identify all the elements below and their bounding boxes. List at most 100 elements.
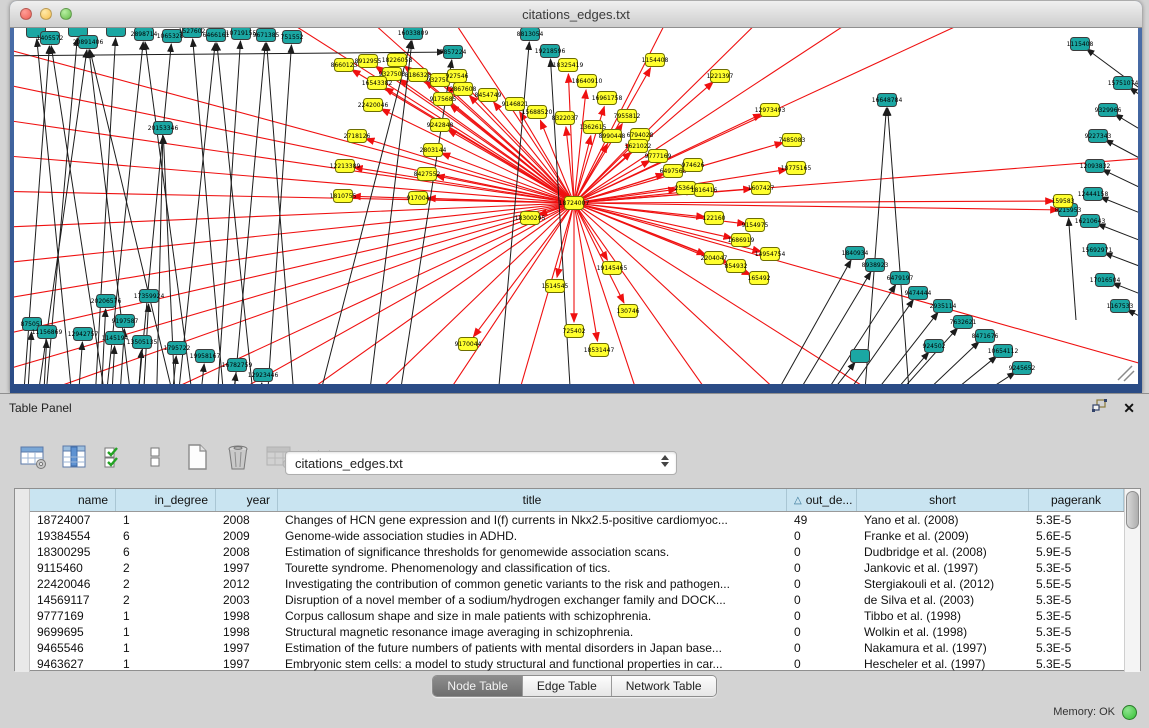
- graph-node-paper[interactable]: 7632621: [950, 316, 977, 329]
- cell-short[interactable]: Stergiakouli et al. (2012): [857, 577, 1029, 591]
- cell-short[interactable]: Yano et al. (2008): [857, 513, 1029, 527]
- graph-node-cited-paper[interactable]: 1221397: [707, 70, 734, 83]
- table-row[interactable]: 911546021997Tourette syndrome. Phenomeno…: [30, 560, 1124, 576]
- graph-node-paper[interactable]: 2935114: [930, 300, 957, 313]
- tab-network-table[interactable]: Network Table: [612, 676, 716, 696]
- graph-node-cited-paper[interactable]: 165492: [748, 272, 771, 285]
- cell-year[interactable]: 1998: [216, 625, 278, 639]
- cell-pagerank[interactable]: 5.3E-5: [1029, 657, 1124, 671]
- cell-in_degree[interactable]: 1: [116, 657, 216, 671]
- cell-out_de[interactable]: 0: [787, 657, 857, 671]
- graph-node-paper[interactable]: 1167533: [1107, 300, 1134, 313]
- cell-short[interactable]: de Silva et al. (2003): [857, 593, 1029, 607]
- select-all-columns-button[interactable]: [100, 442, 130, 472]
- graph-node-cited-paper[interactable]: 927546: [446, 70, 469, 83]
- cell-name[interactable]: 22420046: [30, 577, 116, 591]
- cell-title[interactable]: Changes of HCN gene expression and I(f) …: [278, 513, 787, 527]
- cell-pagerank[interactable]: 5.5E-5: [1029, 577, 1124, 591]
- table-row[interactable]: 1830029562008Estimation of significance …: [30, 544, 1124, 560]
- create-column-button[interactable]: [182, 442, 212, 472]
- cell-short[interactable]: Wolkin et al. (1998): [857, 625, 1029, 639]
- cell-in_degree[interactable]: 6: [116, 545, 216, 559]
- graph-node-cited-paper[interactable]: 9777169: [645, 150, 672, 163]
- graph-node-paper[interactable]: 8471676: [972, 330, 999, 343]
- graph-node-cited-paper[interactable]: 14954754: [755, 248, 786, 261]
- unselect-all-columns-button[interactable]: [141, 442, 171, 472]
- cell-name[interactable]: 18300295: [30, 545, 116, 559]
- cell-short[interactable]: Jankovic et al. (1997): [857, 561, 1029, 575]
- cell-year[interactable]: 1997: [216, 561, 278, 575]
- graph-node-paper[interactable]: 9329966: [1095, 104, 1122, 117]
- graph-node-cited-paper[interactable]: 2718126: [344, 130, 371, 143]
- graph-node-paper[interactable]: 19958167: [190, 350, 221, 363]
- graph-node-cited-paper[interactable]: 8322037: [552, 112, 579, 125]
- cell-short[interactable]: Dudbridge et al. (2008): [857, 545, 1029, 559]
- cell-name[interactable]: 9699695: [30, 625, 116, 639]
- cell-out_de[interactable]: 0: [787, 609, 857, 623]
- show-columns-button[interactable]: [59, 442, 89, 472]
- graph-node-paper[interactable]: [107, 28, 126, 37]
- graph-node-cited-paper[interactable]: 725402: [563, 325, 586, 338]
- graph-node-cited-paper[interactable]: 1154408: [642, 54, 669, 67]
- cell-year[interactable]: 1998: [216, 609, 278, 623]
- graph-node-cited-paper[interactable]: 917004: [407, 192, 430, 205]
- graph-node-paper[interactable]: 1795722: [164, 342, 191, 355]
- table-row[interactable]: 946362711997Embryonic stem cells: a mode…: [30, 656, 1124, 672]
- graph-node-cited-paper[interactable]: 8912955: [355, 55, 382, 68]
- graph-node-cited-paper[interactable]: 16961758: [592, 92, 623, 105]
- table-row[interactable]: 2242004622012Investigating the contribut…: [30, 576, 1124, 592]
- graph-node-paper[interactable]: 12923446: [248, 369, 279, 382]
- cell-out_de[interactable]: 49: [787, 513, 857, 527]
- graph-node-cited-paper[interactable]: 2803144: [420, 144, 447, 157]
- cell-in_degree[interactable]: 1: [116, 513, 216, 527]
- graph-node-paper[interactable]: 2898714: [131, 28, 158, 41]
- graph-node-cited-paper[interactable]: 18325419: [553, 59, 584, 72]
- cell-pagerank[interactable]: 5.3E-5: [1029, 513, 1124, 527]
- cell-title[interactable]: Estimation of the future numbers of pati…: [278, 641, 787, 655]
- graph-node-paper[interactable]: 17359924: [134, 290, 165, 303]
- graph-node-paper[interactable]: 13505135: [127, 336, 158, 349]
- cell-name[interactable]: 9465546: [30, 641, 116, 655]
- graph-node-cited-paper[interactable]: 22420046: [358, 99, 389, 112]
- graph-node-paper[interactable]: 8938923: [862, 259, 889, 272]
- cell-name[interactable]: 9463627: [30, 657, 116, 671]
- graph-node-paper[interactable]: 1115408: [1067, 38, 1094, 51]
- table-row[interactable]: 1456911722003Disruption of a novel membe…: [30, 592, 1124, 608]
- graph-node-paper[interactable]: 16782759: [222, 359, 253, 372]
- cell-name[interactable]: 19384554: [30, 529, 116, 543]
- graph-node-paper[interactable]: 751552: [281, 31, 304, 44]
- graph-node-cited-paper[interactable]: 18640910: [572, 75, 603, 88]
- graph-node-paper[interactable]: 924502: [923, 340, 946, 353]
- graph-node-cited-paper[interactable]: 2867608: [450, 83, 477, 96]
- graph-node-cited-paper[interactable]: 8660123: [331, 59, 358, 72]
- graph-node-cited-paper[interactable]: 1621022: [625, 140, 652, 153]
- table-row[interactable]: 977716911998Corpus callosum shape and si…: [30, 608, 1124, 624]
- graph-node-paper[interactable]: 19218596: [535, 45, 566, 58]
- graph-node-cited-paper[interactable]: 1810755: [330, 190, 357, 203]
- graph-node-paper[interactable]: 1405572: [37, 32, 64, 45]
- cell-in_degree[interactable]: 1: [116, 609, 216, 623]
- graph-node-cited-paper[interactable]: 2204047: [701, 252, 728, 265]
- graph-node-paper[interactable]: 1145194: [102, 332, 129, 345]
- graph-node-cited-paper[interactable]: 12213389: [330, 160, 361, 173]
- cell-out_de[interactable]: 0: [787, 577, 857, 591]
- cell-title[interactable]: Embryonic stem cells: a model to study s…: [278, 657, 787, 671]
- cell-in_degree[interactable]: 2: [116, 577, 216, 591]
- cell-in_degree[interactable]: 2: [116, 561, 216, 575]
- cell-title[interactable]: Genome-wide association studies in ADHD.: [278, 529, 787, 543]
- cell-name[interactable]: 9777169: [30, 609, 116, 623]
- cell-title[interactable]: Structural magnetic resonance image aver…: [278, 625, 787, 639]
- graph-node-paper[interactable]: 20891406: [73, 36, 104, 49]
- cell-title[interactable]: Disruption of a novel member of a sodium…: [278, 593, 787, 607]
- graph-node-paper[interactable]: 1527602: [179, 28, 206, 38]
- graph-node-cited-paper[interactable]: 159583: [1052, 195, 1075, 208]
- network-canvas[interactable]: 1405572208914062898714106532871527602646…: [14, 28, 1138, 384]
- cell-year[interactable]: 2008: [216, 513, 278, 527]
- cell-title[interactable]: Investigating the contribution of common…: [278, 577, 787, 591]
- cell-year[interactable]: 2008: [216, 545, 278, 559]
- cell-in_degree[interactable]: 2: [116, 593, 216, 607]
- table-row[interactable]: 969969511998Structural magnetic resonanc…: [30, 624, 1124, 640]
- graph-node-cited-paper[interactable]: 9175685: [430, 93, 457, 106]
- graph-node-cited-paper[interactable]: 9154975: [742, 219, 769, 232]
- column-header-title[interactable]: title: [278, 489, 787, 511]
